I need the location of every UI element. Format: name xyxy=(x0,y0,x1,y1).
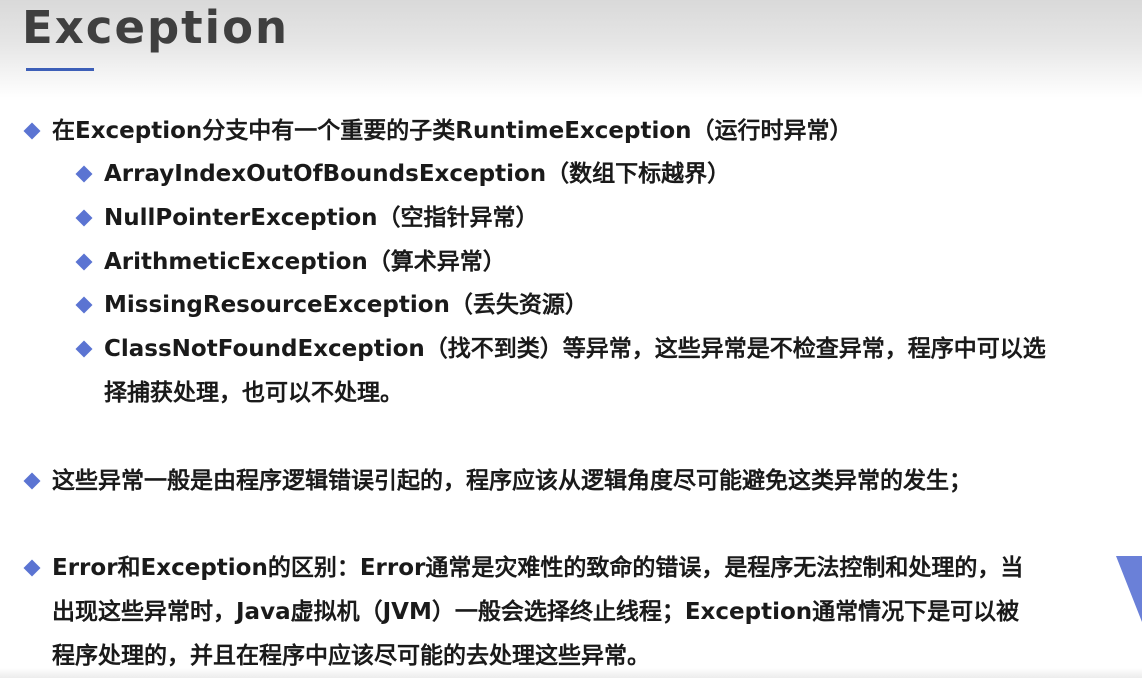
bottom-shadow xyxy=(0,668,1142,678)
sub-bullet-class-not-found: ClassNotFoundException（找不到类）等异常，这些异常是不检查… xyxy=(104,336,1046,362)
bullet-logic-errors: 这些异常一般是由程序逻辑错误引起的，程序应该从逻辑角度尽可能避免这类异常的发生； xyxy=(52,468,972,494)
title-underline xyxy=(26,68,94,71)
bullet-runtime-exception: 在Exception分支中有一个重要的子类RuntimeException（运行… xyxy=(52,118,853,144)
sub-bullet-null-pointer: NullPointerException（空指针异常） xyxy=(104,205,539,231)
sub-bullet-array-index: ArrayIndexOutOfBoundsException（数组下标越界） xyxy=(104,161,731,187)
diamond-bullet-icon xyxy=(23,472,41,490)
diamond-bullet-icon xyxy=(75,165,93,183)
slide-title: Exception xyxy=(22,1,290,54)
corner-decoration xyxy=(1116,556,1142,622)
diamond-bullet-icon xyxy=(75,253,93,271)
sub-bullet-arithmetic: ArithmeticException（算术异常） xyxy=(104,249,506,275)
bullet-error-vs-exception-line2: 出现这些异常时，Java虚拟机（JVM）一般会选择终止线程；Exception通… xyxy=(52,599,1020,625)
sub-bullet-class-not-found-cont: 择捕获处理，也可以不处理。 xyxy=(104,380,403,406)
diamond-bullet-icon xyxy=(75,296,93,314)
diamond-bullet-icon xyxy=(75,340,93,358)
diamond-bullet-icon xyxy=(23,559,41,577)
sub-bullet-missing-resource: MissingResourceException（丢失资源） xyxy=(104,292,588,318)
diamond-bullet-icon xyxy=(23,122,41,140)
diamond-bullet-icon xyxy=(75,209,93,227)
bullet-error-vs-exception: Error和Exception的区别：Error通常是灾难性的致命的错误，是程序… xyxy=(52,555,1024,581)
